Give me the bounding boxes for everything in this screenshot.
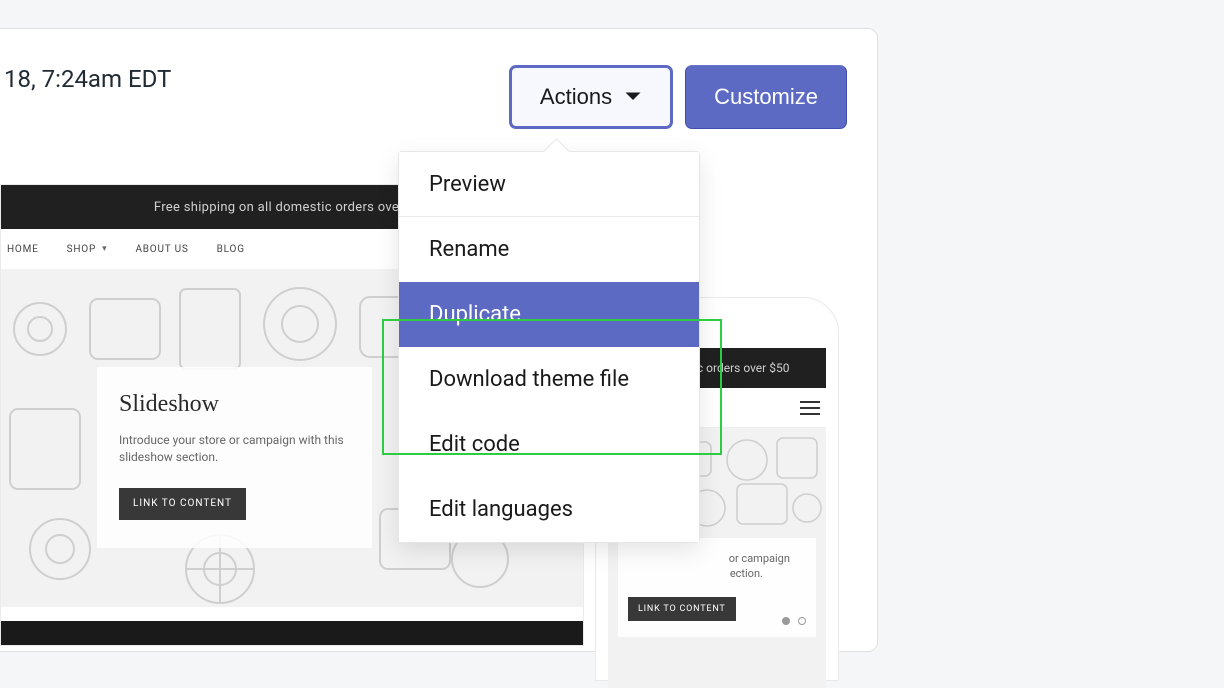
pagination-dot [798,617,806,625]
dropdown-item-label: Rename [429,237,509,262]
actions-dropdown: Preview Rename Duplicate Download theme … [398,151,700,543]
link-to-content-button: LINK TO CONTENT [119,488,246,520]
theme-header-buttons: Actions Customize [509,65,847,129]
dropdown-item-duplicate[interactable]: Duplicate [399,282,699,347]
caret-down-icon [624,88,642,106]
actions-button-label: Actions [540,84,612,110]
dropdown-item-label: Edit code [429,432,520,457]
promo-bar-text: Free shipping on all domestic orders ove… [154,200,430,215]
customize-button-label: Customize [714,84,818,110]
below-hero-bar [1,621,583,645]
nav-blog: BLOG [217,244,245,255]
chevron-down-icon: ▾ [102,244,107,254]
nav-home: HOME [7,244,39,255]
dropdown-item-download[interactable]: Download theme file [399,347,699,412]
dropdown-item-edit-languages[interactable]: Edit languages [399,477,699,542]
nav-shop-label: SHOP [67,244,96,255]
dropdown-item-label: Download theme file [429,367,629,392]
dropdown-item-rename[interactable]: Rename [399,217,699,282]
slideshow-description: Introduce your store or campaign with th… [119,432,350,466]
mobile-slideshow-description: Introduce your store or campaign with th… [628,552,806,582]
theme-card: 18, 7:24am EDT Actions Customize Free sh… [0,28,878,652]
customize-button[interactable]: Customize [685,65,847,129]
mobile-slideshow-card: Introduce your store or campaign with th… [618,538,816,637]
hamburger-icon [800,401,820,415]
nav-shop: SHOP ▾ [67,244,108,255]
actions-button[interactable]: Actions [509,65,673,129]
theme-timestamp: 18, 7:24am EDT [0,65,171,93]
mobile-pagination-dots [782,617,806,625]
dropdown-item-label: Duplicate [429,302,521,327]
pagination-dot-active [782,617,790,625]
dropdown-item-preview[interactable]: Preview [399,152,699,217]
slideshow-card: Slideshow Introduce your store or campai… [97,367,372,548]
nav-about: ABOUT US [135,244,188,255]
dropdown-item-label: Edit languages [429,497,573,522]
slideshow-title: Slideshow [119,391,350,418]
dropdown-item-label: Preview [429,172,506,197]
mobile-link-to-content-button: LINK TO CONTENT [628,597,736,621]
dropdown-item-edit-code[interactable]: Edit code [399,412,699,477]
